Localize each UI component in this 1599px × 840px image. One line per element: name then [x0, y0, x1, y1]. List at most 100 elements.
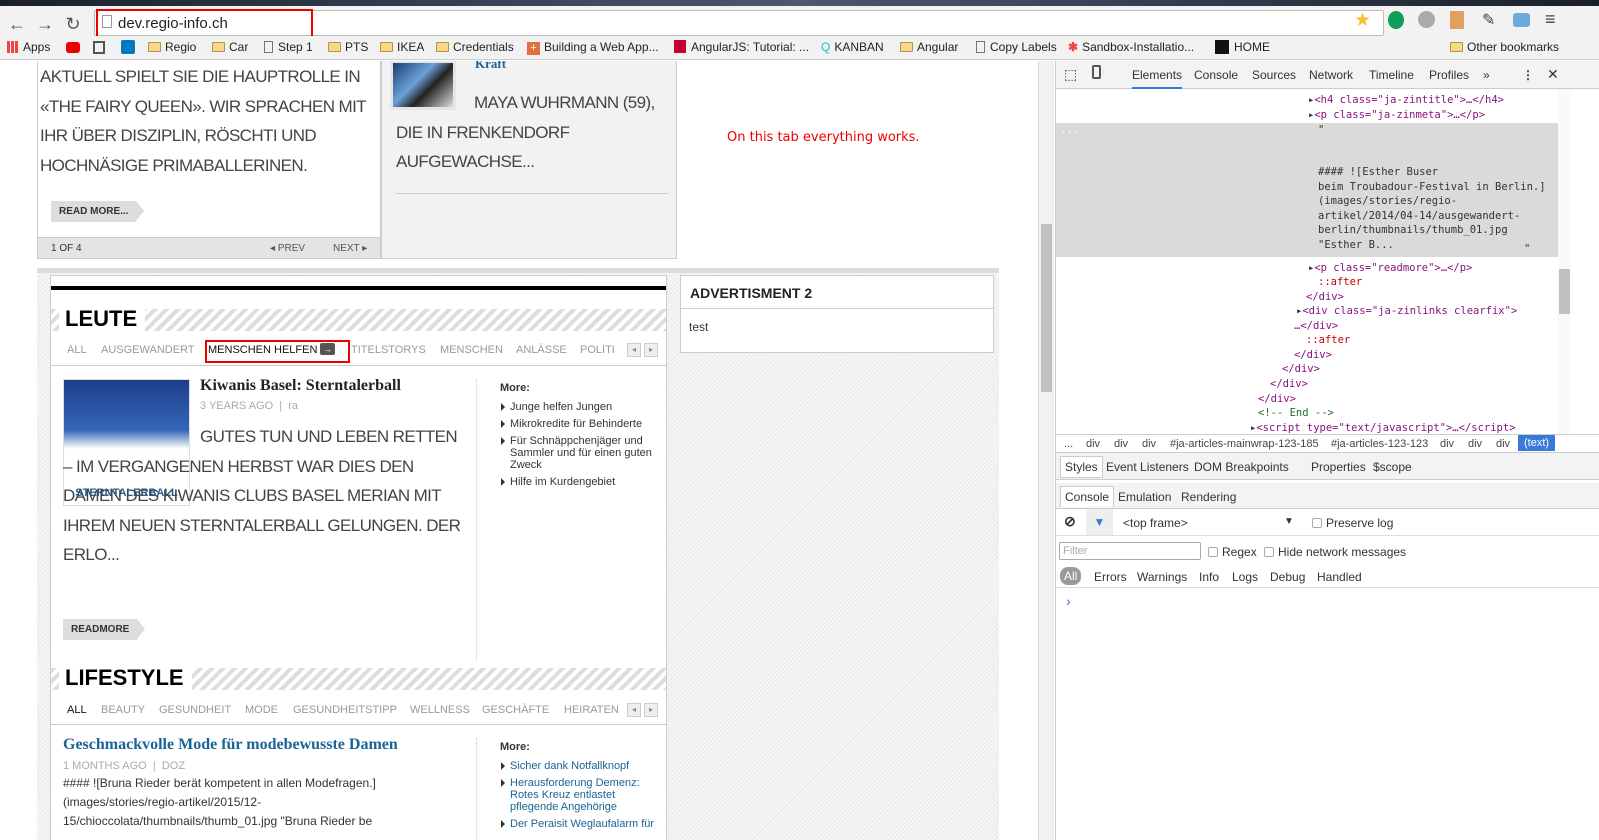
read-more-button[interactable]: READ MORE... [51, 201, 145, 222]
next-button[interactable]: NEXT ▸ [333, 243, 367, 254]
tab-gesundheitstipp[interactable]: GESUNDHEITSTIPP [293, 704, 397, 716]
device-mode-icon[interactable] [1092, 65, 1101, 79]
bookmark-car[interactable]: Car [212, 40, 248, 54]
breadcrumb-item[interactable]: div [1468, 438, 1482, 450]
bookmark-ikea[interactable]: IKEA [380, 40, 424, 54]
dropdown-arrow-icon[interactable]: ▼ [1284, 516, 1294, 527]
console-filter-input[interactable]: Filter [1059, 542, 1201, 560]
dom-node[interactable]: ▸<p class="ja-zinmeta">…</p> [1308, 108, 1485, 123]
tab-gesundheit[interactable]: GESUNDHEIT [159, 704, 231, 716]
level-debug[interactable]: Debug [1270, 570, 1305, 584]
bookmark-building-web-app[interactable]: + Building a Web App... [527, 40, 659, 55]
tab-event-listeners[interactable]: Event Listeners [1106, 460, 1189, 474]
level-info[interactable]: Info [1199, 570, 1219, 584]
dom-node[interactable]: ▸<script type="text/javascript">…</scrip… [1250, 421, 1516, 434]
console-prompt[interactable]: › [1066, 593, 1071, 609]
tab-beauty[interactable]: BEAUTY [101, 704, 145, 716]
tabs-scroll-left[interactable]: ◂ [627, 703, 641, 717]
more-link[interactable]: Für Schnäppchenjäger und Sammler und für… [500, 435, 660, 471]
extension-plug-icon[interactable] [1450, 11, 1464, 29]
level-warnings[interactable]: Warnings [1137, 570, 1187, 584]
level-errors[interactable]: Errors [1094, 570, 1127, 584]
bookmark-regio[interactable]: Regio [148, 40, 196, 54]
filter-icon[interactable]: ▼ [1086, 509, 1113, 535]
inspect-icon[interactable]: ⬚ [1064, 66, 1077, 83]
hangouts-icon[interactable] [1388, 11, 1404, 29]
text-node[interactable]: #### ![Esther Buser beim Troubadour-Fest… [1318, 165, 1554, 252]
page-scrollbar[interactable] [1038, 61, 1054, 840]
bookmark-kanban[interactable]: Q KANBAN [821, 40, 884, 54]
prev-button[interactable]: ◂ PREV [270, 243, 305, 254]
breadcrumb-item[interactable]: div [1440, 438, 1454, 450]
back-icon[interactable]: ← [6, 14, 28, 35]
tab-wellness[interactable]: WELLNESS [410, 704, 470, 716]
bookmark-home[interactable]: HOME [1215, 40, 1270, 54]
tab-console[interactable]: Console [1194, 68, 1238, 82]
forward-icon[interactable]: → [34, 14, 56, 35]
breadcrumb-item[interactable]: div [1496, 438, 1510, 450]
bookmark-step1[interactable]: Step 1 [264, 40, 313, 54]
bookmark-pts[interactable]: PTS [328, 40, 368, 54]
more-tabs-icon[interactable]: » [1483, 68, 1490, 82]
close-devtools-icon[interactable]: ✕ [1547, 66, 1559, 83]
bookmark-credentials[interactable]: Credentials [436, 40, 514, 54]
youtube-icon[interactable] [66, 42, 80, 53]
drawer-tab-console[interactable]: Console [1060, 486, 1115, 507]
tab-elements[interactable]: Elements [1132, 68, 1183, 89]
article-title[interactable]: Geschmackvolle Mode für modebewusste Dam… [63, 736, 398, 754]
dom-node[interactable]: ▸<h4 class="ja-zintitle">…</h4> [1308, 93, 1504, 108]
tab-politik[interactable]: POLITI [580, 344, 615, 356]
tab-profiles[interactable]: Profiles [1429, 68, 1469, 82]
more-link[interactable]: Mikrokredite für Behinderte [500, 418, 660, 430]
bookmark-copy-labels[interactable]: Copy Labels [976, 40, 1057, 54]
dom-scrollbar[interactable] [1558, 89, 1571, 434]
more-link[interactable]: Sicher dank Notfallknopf [500, 760, 660, 772]
article-title[interactable]: Kiwanis Basel: Sterntalerball [200, 377, 401, 395]
more-link[interactable]: Hilfe im Kurdengebiet [500, 476, 660, 488]
breadcrumb-item[interactable]: div [1114, 438, 1128, 450]
level-handled[interactable]: Handled [1317, 570, 1362, 584]
bookmark-angular[interactable]: Angular [900, 40, 958, 54]
clear-console-icon[interactable]: ⊘ [1064, 513, 1076, 530]
tab-titelstorys[interactable]: TITELSTORYS [351, 344, 426, 356]
drawer-tab-rendering[interactable]: Rendering [1181, 490, 1236, 504]
tab-scope[interactable]: $scope [1373, 460, 1412, 474]
tab-network[interactable]: Network [1309, 68, 1353, 82]
tab-mode[interactable]: MODE [245, 704, 278, 716]
breadcrumb-item[interactable]: div [1142, 438, 1156, 450]
breadcrumb-item[interactable]: ... [1064, 438, 1073, 450]
extension-h-icon[interactable] [1418, 11, 1435, 28]
more-link[interactable]: Der Peraisit Weglaufalarm für [500, 818, 660, 830]
breadcrumb-item-selected[interactable]: (text) [1518, 435, 1556, 451]
dom-node[interactable]: ▸<p class="readmore">…</p> [1308, 261, 1472, 276]
camera-icon[interactable] [1513, 13, 1530, 27]
tab-geschaefte[interactable]: GESCHÄFTE [482, 704, 549, 716]
tabs-scroll-right[interactable]: ▸ [644, 703, 658, 717]
breadcrumb-item[interactable]: div [1086, 438, 1100, 450]
more-link[interactable]: Junge helfen Jungen [500, 401, 660, 413]
more-link[interactable]: Herausforderung Demenz: Rotes Kreuz entl… [500, 777, 660, 813]
bookmark-apps[interactable]: Apps [7, 40, 50, 54]
tab-styles[interactable]: Styles [1060, 456, 1103, 478]
bookmark-sandbox[interactable]: ✱ Sandbox-Installatio... [1068, 40, 1194, 54]
tab-menschen[interactable]: MENSCHEN [440, 344, 503, 356]
drawer-tab-emulation[interactable]: Emulation [1118, 490, 1171, 504]
pseudo-element[interactable]: ::after [1306, 333, 1350, 348]
kebab-menu-icon[interactable]: ⋮ [1522, 68, 1534, 82]
tab-all[interactable]: ALL [67, 704, 87, 716]
scrollbar-thumb[interactable] [1559, 269, 1570, 314]
frame-selector[interactable]: <top frame> [1123, 516, 1188, 530]
bookmark-other[interactable]: Other bookmarks [1450, 40, 1559, 54]
tabs-scroll-right[interactable]: ▸ [644, 343, 658, 357]
side-article-title[interactable]: Kraft [475, 61, 506, 72]
menu-icon[interactable]: ≡ [1545, 9, 1556, 30]
trello-icon[interactable] [121, 40, 135, 54]
pseudo-element[interactable]: ::after [1318, 275, 1362, 290]
tabs-scroll-left[interactable]: ◂ [627, 343, 641, 357]
readmore-button[interactable]: READMORE [63, 619, 146, 640]
tab-dom-breakpoints[interactable]: DOM Breakpoints [1194, 460, 1289, 474]
scrollbar-thumb[interactable] [1041, 224, 1052, 392]
tab-ausgewandert[interactable]: AUSGEWANDERT [101, 344, 195, 356]
breadcrumb-item[interactable]: #ja-articles-mainwrap-123-185 [1170, 438, 1319, 450]
bookmark-angularjs-tutorial[interactable]: AngularJS: Tutorial: ... [674, 40, 809, 54]
